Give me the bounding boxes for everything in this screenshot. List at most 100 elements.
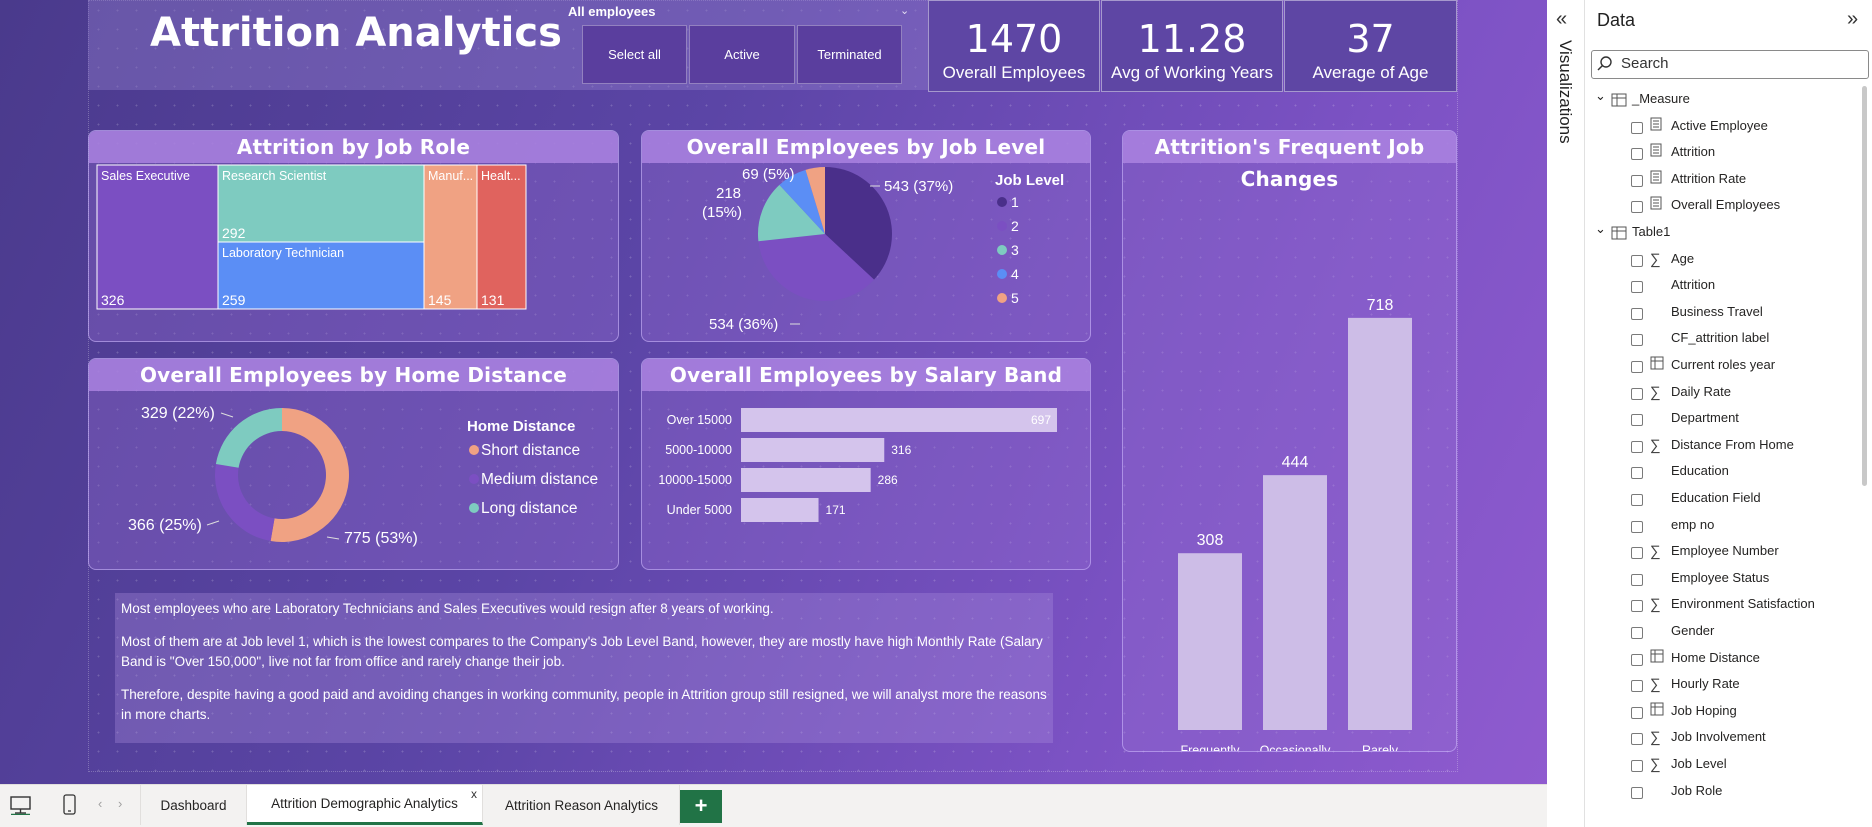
chevron-down-icon[interactable]: ⌄	[1595, 218, 1606, 240]
legend-item[interactable]: 4	[1011, 266, 1019, 282]
data-field-item[interactable]: Gender	[1671, 620, 1714, 642]
pie-data-label: (15%)	[702, 204, 742, 221]
salary-bar[interactable]	[741, 438, 885, 462]
field-checkbox[interactable]	[1631, 334, 1643, 347]
data-field-item[interactable]: Department	[1671, 407, 1739, 429]
data-field-item[interactable]: Environment Satisfaction	[1671, 593, 1815, 615]
prev-page-icon[interactable]: ‹	[98, 796, 102, 811]
donut-card[interactable]: Overall Employees by Home Distance 775 (…	[88, 358, 619, 570]
treemap-cell[interactable]	[476, 164, 527, 310]
field-checkbox[interactable]	[1631, 520, 1643, 533]
field-checkbox[interactable]	[1631, 121, 1643, 134]
data-field-item[interactable]: Education Field	[1671, 487, 1761, 509]
legend-item[interactable]: Short distance	[481, 442, 580, 459]
field-checkbox[interactable]	[1631, 414, 1643, 427]
data-field-item[interactable]: Attrition Rate	[1671, 168, 1746, 190]
scrollbar[interactable]	[1862, 86, 1867, 486]
treemap-cell[interactable]	[423, 164, 478, 310]
add-page-button[interactable]: +	[680, 790, 722, 823]
salary-bar[interactable]	[741, 408, 1057, 432]
job-change-bar[interactable]	[1348, 317, 1412, 730]
field-checkbox[interactable]	[1631, 307, 1643, 320]
slicer-select-all-button[interactable]: Select all	[582, 25, 687, 84]
chevron-down-icon[interactable]: ⌄	[1595, 85, 1606, 107]
tab-attrition-reason-analytics[interactable]: Attrition Reason Analytics	[484, 785, 680, 825]
data-field-item[interactable]: Business Travel	[1671, 301, 1763, 323]
data-field-item[interactable]: Current roles year	[1671, 354, 1775, 376]
data-field-item[interactable]: Active Employee	[1671, 115, 1768, 137]
desktop-view-icon[interactable]	[8, 795, 34, 820]
next-page-icon[interactable]: ›	[118, 796, 122, 811]
data-field-item[interactable]: CF_attrition label	[1671, 327, 1769, 349]
legend-item[interactable]: Medium distance	[481, 471, 598, 488]
field-checkbox[interactable]	[1631, 201, 1643, 214]
data-field-item[interactable]: Attrition	[1671, 141, 1715, 163]
field-checkbox[interactable]	[1631, 467, 1643, 480]
data-field-item[interactable]: Job Involvement	[1671, 726, 1766, 748]
treemap-card[interactable]: Attrition by Job Role Sales Executive 326…	[88, 130, 619, 342]
donut-slice[interactable]	[214, 464, 275, 542]
job-change-bar[interactable]	[1263, 475, 1327, 730]
data-field-item[interactable]: Hourly Rate	[1671, 673, 1740, 695]
mobile-view-icon[interactable]	[62, 793, 78, 822]
data-field-item[interactable]: Attrition	[1671, 274, 1715, 296]
data-field-item[interactable]: Education	[1671, 460, 1729, 482]
donut-slice[interactable]	[270, 408, 349, 542]
data-field-item[interactable]: Age	[1671, 248, 1694, 270]
data-table-item[interactable]: Table1	[1632, 221, 1670, 243]
field-checkbox[interactable]	[1631, 573, 1643, 586]
data-field-item[interactable]: Job Level	[1671, 753, 1727, 775]
insight-paragraph: Therefore, despite having a good paid an…	[121, 687, 1047, 722]
field-checkbox[interactable]	[1631, 440, 1643, 453]
data-field-item[interactable]: Employee Status	[1671, 567, 1769, 589]
field-checkbox[interactable]	[1631, 281, 1643, 294]
visualizations-pane-label[interactable]: Visualizations	[1555, 40, 1575, 144]
field-checkbox[interactable]	[1631, 361, 1643, 373]
data-field-item[interactable]: Job Hoping	[1671, 700, 1737, 722]
field-checkbox[interactable]	[1631, 680, 1643, 693]
field-checkbox[interactable]	[1631, 174, 1643, 187]
salary-bar[interactable]	[741, 498, 819, 522]
treemap-cell[interactable]	[96, 164, 219, 310]
donut-slice[interactable]	[215, 408, 282, 468]
tab-attrition-demographic-analytics[interactable]: Attrition Demographic Analytics x	[247, 785, 483, 825]
field-checkbox[interactable]	[1631, 254, 1643, 267]
salary-bar[interactable]	[741, 468, 871, 492]
job-change-bar[interactable]	[1178, 553, 1242, 730]
field-checkbox[interactable]	[1631, 760, 1643, 772]
data-field-item[interactable]: Job Role	[1671, 780, 1722, 802]
slicer-active-button[interactable]: Active	[689, 25, 795, 84]
job-changes-card[interactable]: Attrition's Frequent Job Changes 308 Freq…	[1122, 130, 1457, 752]
field-checkbox[interactable]	[1631, 547, 1643, 560]
field-checkbox[interactable]	[1631, 387, 1643, 400]
field-checkbox[interactable]	[1631, 627, 1643, 639]
field-checkbox[interactable]	[1631, 600, 1643, 613]
field-checkbox[interactable]	[1631, 733, 1643, 746]
data-field-item[interactable]: Home Distance	[1671, 647, 1760, 669]
tab-dashboard[interactable]: Dashboard	[140, 785, 247, 825]
data-field-item[interactable]: Overall Employees	[1671, 194, 1780, 216]
field-checkbox[interactable]	[1631, 653, 1643, 666]
legend-item[interactable]: 2	[1011, 218, 1019, 234]
field-checkbox[interactable]	[1631, 706, 1643, 719]
data-field-item[interactable]: Employee Number	[1671, 540, 1779, 562]
data-field-item[interactable]: Daily Rate	[1671, 381, 1731, 403]
data-field-item[interactable]: emp no	[1671, 514, 1714, 536]
pie-card[interactable]: Overall Employees by Job Level 543 (37%)…	[641, 130, 1091, 342]
calculator-icon	[1650, 142, 1662, 164]
field-checkbox[interactable]	[1631, 494, 1643, 506]
legend-item[interactable]: 5	[1011, 290, 1019, 306]
data-table-item[interactable]: _Measure	[1632, 88, 1690, 110]
legend-item[interactable]: 3	[1011, 242, 1019, 258]
slicer-terminated-button[interactable]: Terminated	[797, 25, 902, 84]
legend-item[interactable]: 1	[1011, 194, 1019, 210]
field-checkbox[interactable]	[1631, 148, 1643, 161]
legend-item[interactable]: Long distance	[481, 500, 578, 517]
data-field-item[interactable]: Distance From Home	[1671, 434, 1794, 456]
chevron-down-icon[interactable]: ⌄	[900, 4, 909, 17]
salary-card[interactable]: Overall Employees by Salary Band Over 15…	[641, 358, 1091, 570]
expand-right-icon[interactable]: »	[1847, 8, 1858, 31]
collapse-left-icon[interactable]: «	[1556, 8, 1567, 31]
close-tab-icon[interactable]: x	[471, 787, 477, 801]
field-checkbox[interactable]	[1631, 786, 1643, 799]
